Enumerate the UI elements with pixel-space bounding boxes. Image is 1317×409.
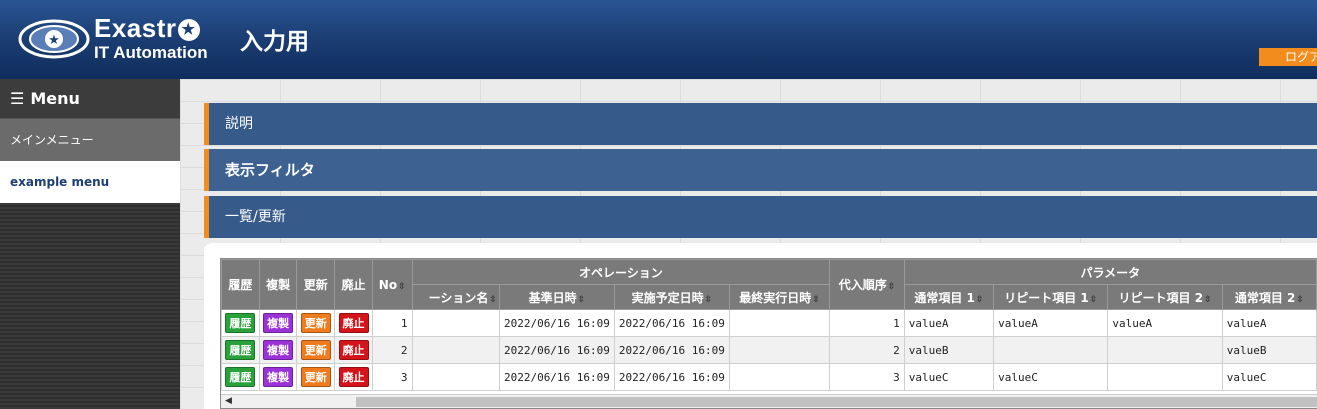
discard-button[interactable]: 廃止 <box>338 313 369 333</box>
cell-order: 3 <box>829 363 905 391</box>
cell-scheduled-date: 2022/06/16 16:09 <box>613 363 730 391</box>
header-scheduled-date[interactable]: 実施予定日時⇳ <box>613 284 730 310</box>
sort-icon: ⇳ <box>1204 294 1212 305</box>
page-title: 入力用 <box>240 29 309 55</box>
discard-button[interactable]: 廃止 <box>338 340 369 360</box>
header-parameter-group: パラメータ <box>903 259 1317 285</box>
cell-last-exec-date <box>728 309 831 337</box>
sidebar: ☰ Menu メインメニュー example menu <box>0 79 180 409</box>
sort-icon: ⇳ <box>887 282 896 292</box>
header-history: 履歴 <box>221 259 260 310</box>
cell-operation-name <box>411 336 500 364</box>
cell-repeat-item-1 <box>993 336 1109 364</box>
section-description[interactable]: 説明 <box>204 103 1317 145</box>
header-order[interactable]: 代入順序⇳ <box>829 259 905 310</box>
header-normal-item-1[interactable]: 通常項目 1⇳ <box>903 284 995 310</box>
hamburger-icon: ☰ <box>10 89 25 108</box>
sort-icon: ⇳ <box>577 294 586 305</box>
sort-icon: ⇳ <box>812 294 820 305</box>
history-button[interactable]: 履歴 <box>225 367 256 387</box>
cell-scheduled-date: 2022/06/16 16:09 <box>613 336 730 364</box>
data-table: 履歴 複製 更新 廃止 No⇳ オペレーション 代入順序⇳ パラメータ ーション… <box>221 259 1317 391</box>
cell-repeat-item-1: valueC <box>993 363 1109 391</box>
cell-repeat-item-2 <box>1107 363 1223 391</box>
logout-button[interactable]: ログアウト <box>1259 48 1317 66</box>
cell-normal-item-2: valueA <box>1221 309 1317 337</box>
scroll-left-icon[interactable]: ◀ <box>225 396 232 406</box>
header-operation-group: オペレーション <box>411 259 831 285</box>
logo-subtitle: IT Automation <box>94 43 208 62</box>
cell-repeat-item-1: valueA <box>993 309 1109 337</box>
cell-scheduled-date: 2022/06/16 16:09 <box>613 309 730 337</box>
horizontal-scrollbar[interactable]: ◀ <box>221 394 1317 408</box>
header-discard: 廃止 <box>334 259 373 310</box>
menu-label: Menu <box>30 89 80 108</box>
copy-button[interactable]: 複製 <box>263 313 294 333</box>
cell-order: 2 <box>829 336 905 364</box>
section-filter[interactable]: 表示フィルタ <box>204 149 1317 191</box>
cell-base-date: 2022/06/16 16:09 <box>498 336 615 364</box>
exastro-logo: ★ Exastr ★ IT Automation <box>18 13 218 65</box>
sort-icon: ⇳ <box>975 294 984 305</box>
sort-icon: ⇳ <box>1089 294 1098 305</box>
header-operation-name[interactable]: ーション名⇳ <box>411 284 500 310</box>
table-row: 履歴 複製 更新 廃止 3 2022/06/16 16:09 2022/06/1… <box>221 363 1317 391</box>
app-header: ★ Exastr★ IT Automation 入力用 ログアウト <box>0 0 1317 79</box>
cell-no: 1 <box>371 309 413 337</box>
header-no[interactable]: No⇳ <box>371 259 413 310</box>
sidebar-item-example-menu[interactable]: example menu <box>0 161 180 203</box>
copy-button[interactable]: 複製 <box>263 340 294 360</box>
section-list-update[interactable]: 一覧/更新 <box>204 196 1317 238</box>
cell-repeat-item-2: valueA <box>1107 309 1223 337</box>
cell-no: 3 <box>371 363 413 391</box>
header-last-exec-date[interactable]: 最終実行日時⇳ <box>728 284 831 310</box>
cell-base-date: 2022/06/16 16:09 <box>498 309 615 337</box>
svg-text:★: ★ <box>48 33 60 48</box>
cell-no: 2 <box>371 336 413 364</box>
cell-normal-item-2: valueC <box>1221 363 1317 391</box>
sort-icon: ⇳ <box>489 294 497 305</box>
logo-star-icon: ★ <box>177 19 200 41</box>
sort-icon: ⇳ <box>704 294 713 305</box>
cell-base-date: 2022/06/16 16:09 <box>498 363 615 391</box>
exastro-emblem-icon: ★ <box>18 19 90 59</box>
cell-normal-item-1: valueC <box>903 363 995 391</box>
update-button[interactable]: 更新 <box>300 313 331 333</box>
data-table-container: 履歴 複製 更新 廃止 No⇳ オペレーション 代入順序⇳ パラメータ ーション… <box>220 258 1317 409</box>
header-repeat-item-2[interactable]: リピート項目 2⇳ <box>1107 284 1223 310</box>
scrollbar-thumb[interactable] <box>356 397 1317 407</box>
header-base-date[interactable]: 基準日時⇳ <box>498 284 615 310</box>
table-row: 履歴 複製 更新 廃止 1 2022/06/16 16:09 2022/06/1… <box>221 309 1317 337</box>
update-button[interactable]: 更新 <box>300 340 331 360</box>
cell-order: 1 <box>829 309 905 337</box>
discard-button[interactable]: 廃止 <box>338 367 369 387</box>
copy-button[interactable]: 複製 <box>263 367 294 387</box>
header-copy: 複製 <box>258 259 298 310</box>
cell-normal-item-1: valueB <box>903 336 995 364</box>
cell-last-exec-date <box>728 336 831 364</box>
cell-normal-item-2: valueB <box>1221 336 1317 364</box>
cell-last-exec-date <box>728 363 831 391</box>
sort-icon: ⇳ <box>398 281 406 292</box>
sort-icon: ⇳ <box>1296 294 1304 305</box>
cell-operation-name <box>411 363 500 391</box>
header-normal-item-2[interactable]: 通常項目 2⇳ <box>1221 284 1317 310</box>
header-repeat-item-1[interactable]: リピート項目 1⇳ <box>993 284 1109 310</box>
update-button[interactable]: 更新 <box>300 367 331 387</box>
table-row: 履歴 複製 更新 廃止 2 2022/06/16 16:09 2022/06/1… <box>221 336 1317 364</box>
logo-wordmark: Exastr <box>94 13 177 43</box>
sidebar-item-main-menu[interactable]: メインメニュー <box>0 119 180 161</box>
cell-normal-item-1: valueA <box>903 309 995 337</box>
menu-header[interactable]: ☰ Menu <box>0 79 180 119</box>
header-update: 更新 <box>296 259 336 310</box>
cell-repeat-item-2 <box>1107 336 1223 364</box>
history-button[interactable]: 履歴 <box>225 340 256 360</box>
cell-operation-name <box>411 309 500 337</box>
history-button[interactable]: 履歴 <box>225 313 256 333</box>
